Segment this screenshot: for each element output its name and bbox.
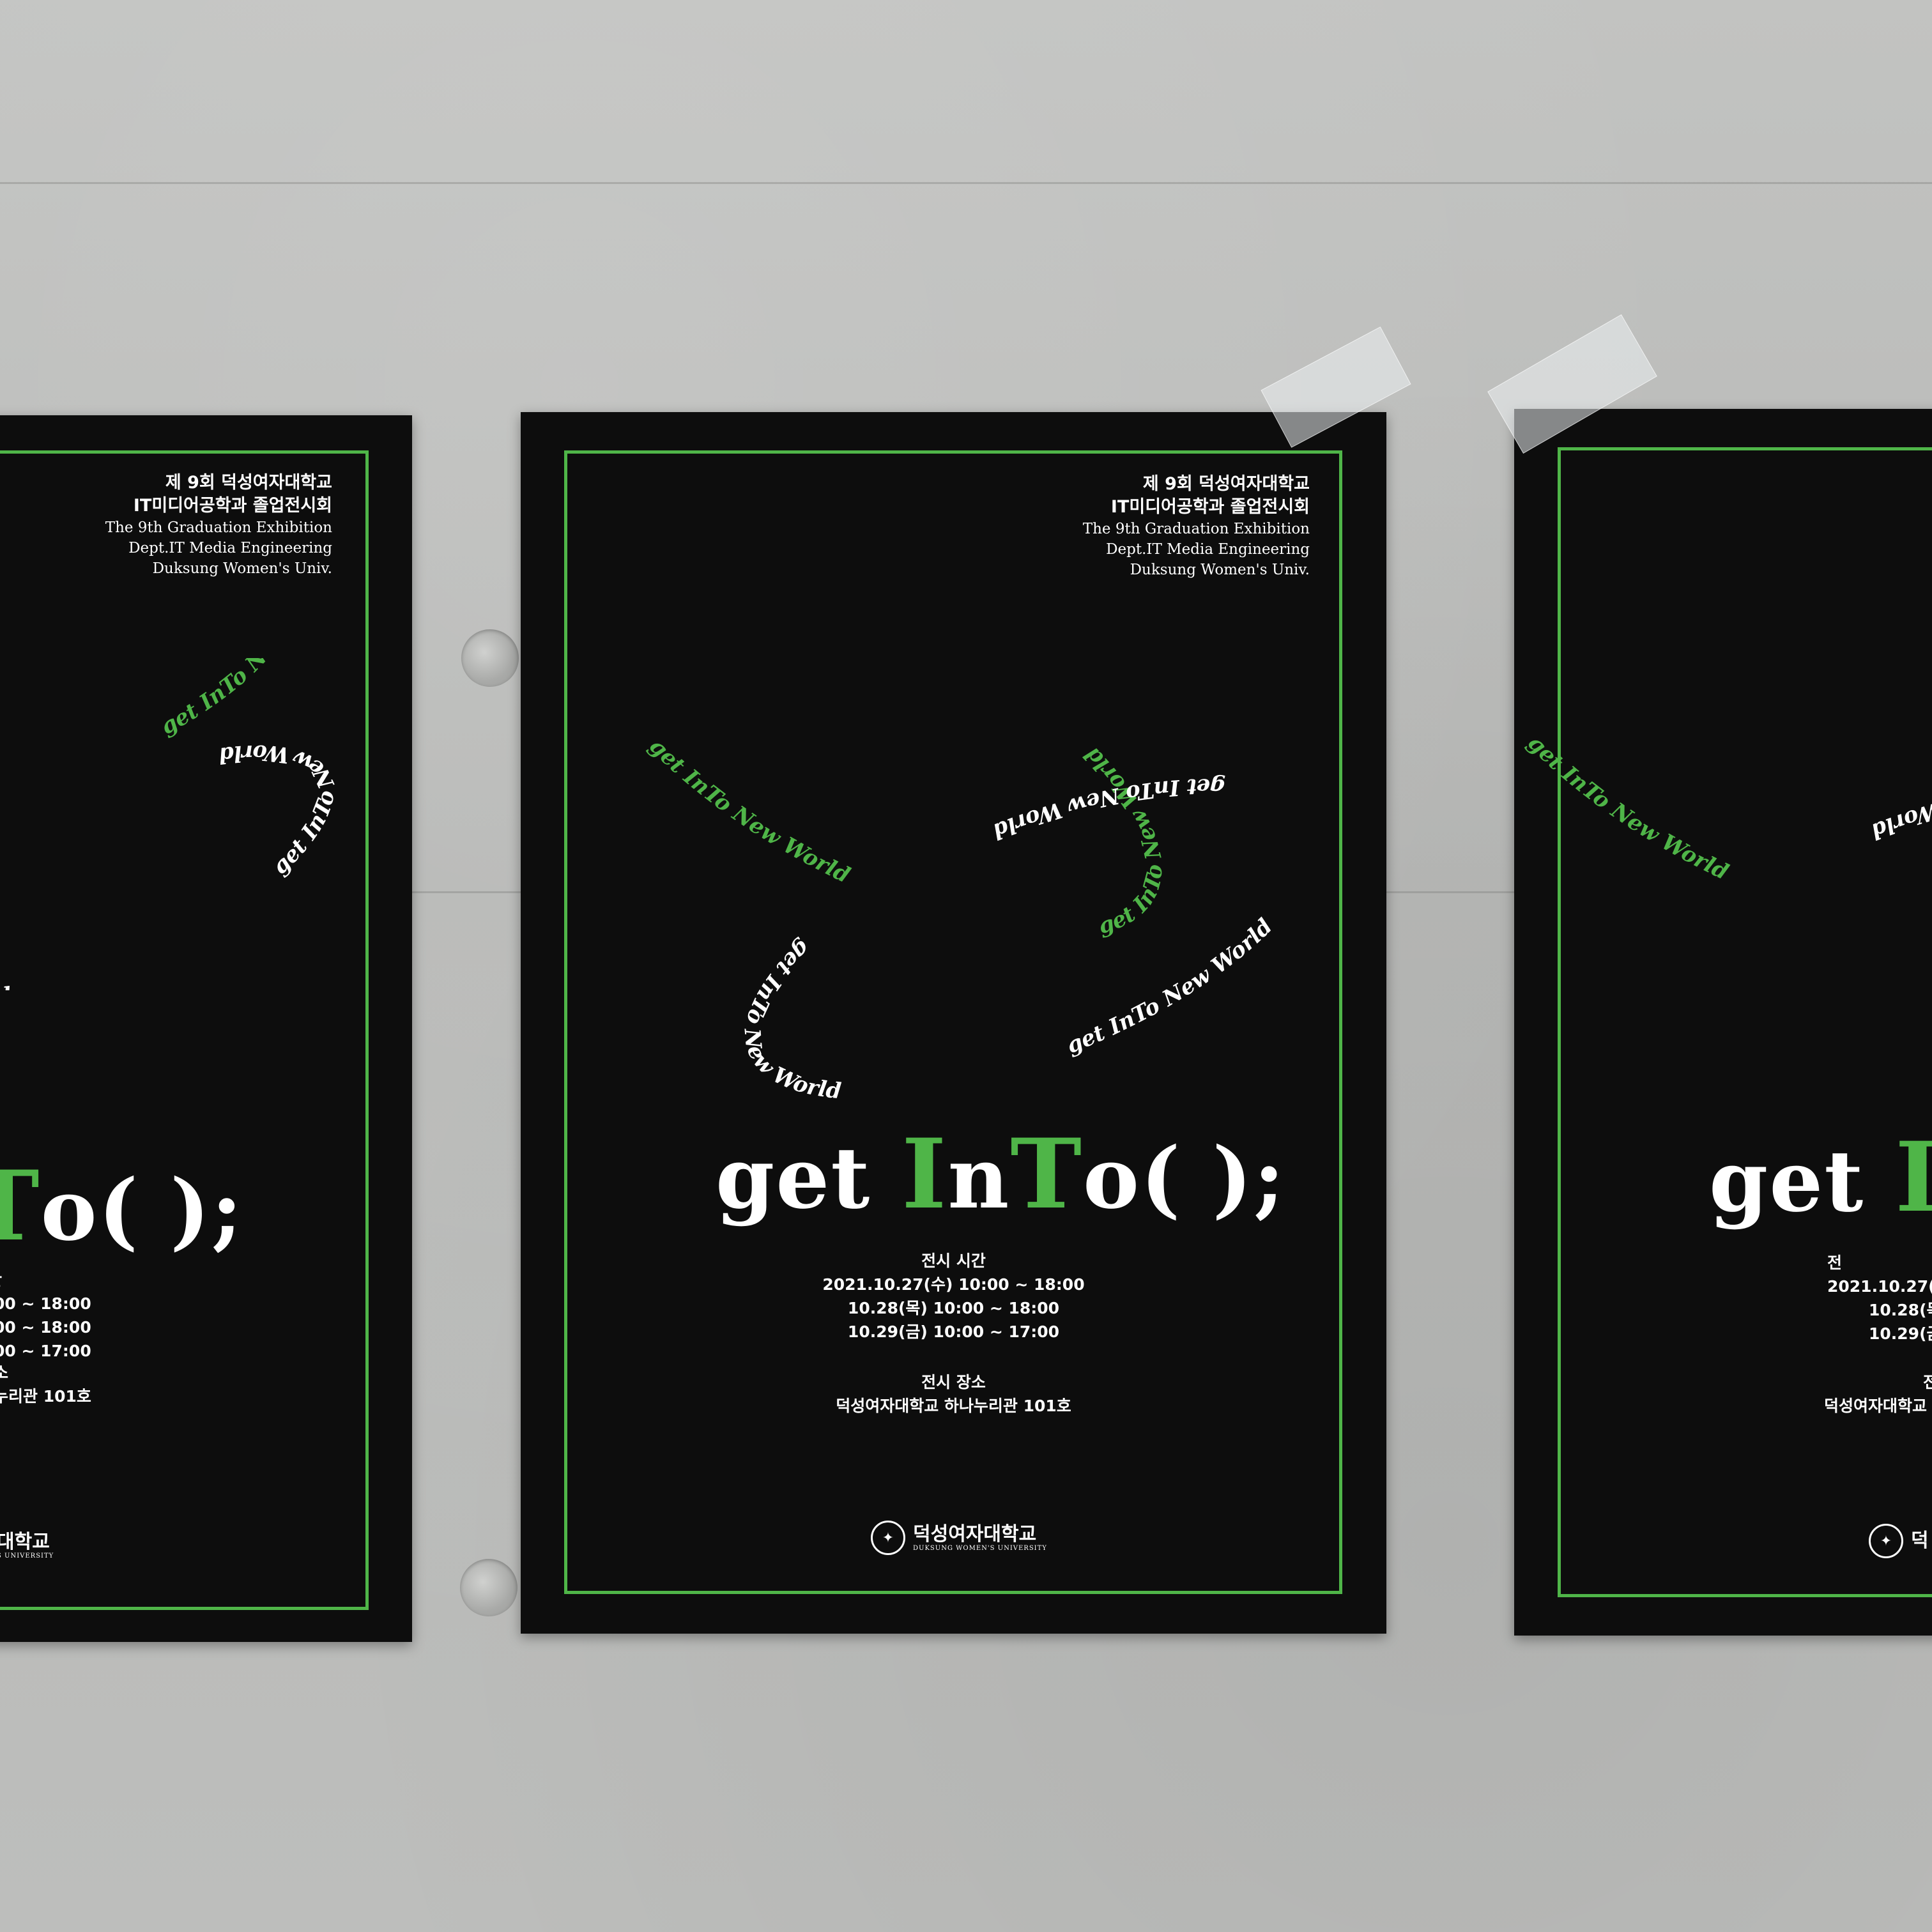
tie-hole — [461, 629, 519, 687]
ring-text-green: get InTo New World — [644, 733, 854, 889]
poster-header: 제 9회 덕성여자대학교 IT미디어공학과 졸업전시회 The 9th Grad… — [1083, 473, 1310, 580]
ring-text-white: get InTo New World — [739, 935, 842, 1099]
logo-ko: 덕 — [1911, 1529, 1929, 1552]
rings-graphic: get InTo New World get InTo New World ge… — [0, 658, 340, 990]
university-logo: ✦ 덕성여자대학교 DUKSUNG WOMEN'S UNIVERSITY — [871, 1521, 1047, 1555]
schedule-block: 전시 시간 2021.10.27(수) 10:00 ~ 18:00 10.28(… — [521, 1249, 1386, 1344]
logo-en: S UNIVERSITY — [0, 1552, 54, 1560]
schedule-day1: :00 ~ 18:00 — [0, 1294, 91, 1313]
schedule-day1: 2021.10.27(수) 10:00 ~ 18:00 — [822, 1275, 1085, 1294]
venue-block: 전시 장소 덕성여자대학교 하나누리관 101호 — [521, 1370, 1386, 1418]
title-rest: o( ); — [1083, 1129, 1286, 1228]
ring-text-white: get InTo New World — [0, 871, 13, 990]
schedule-block: 간 :00 ~ 18:00 :00 ~ 18:00 :00 ~ 17:00 — [0, 1268, 91, 1363]
header-ko-line1: 제 9회 덕성여자대학교 — [165, 473, 332, 493]
svg-text:get InTo New World: get InTo New World — [1063, 914, 1275, 1059]
venue-heading: 전시 장소 — [921, 1373, 986, 1392]
title-letter-T: T — [1010, 1118, 1083, 1230]
ring-text-white: get InTo New World — [1063, 914, 1275, 1059]
svg-text:get InTo New World: get InTo New World — [1867, 774, 1932, 845]
header-en-line2: Dept.IT Media Engineering — [1106, 541, 1310, 558]
ring-text-white: get InTo New World — [1867, 774, 1932, 845]
svg-text:get InTo New World: get InTo New World — [1522, 730, 1732, 885]
right-poster: get InTo New World get InTo New World ge… — [1514, 409, 1932, 1636]
header-ko-line2: IT미디어공학과 졸업전시회 — [1110, 497, 1310, 517]
poster-title: get In — [1709, 1121, 1932, 1234]
ring-text-green: get InTo New World — [1079, 742, 1167, 940]
venue-line: 덕성여자대학교 하나누리관 101호 — [836, 1397, 1071, 1415]
university-logo: ✦ 덕 — [1869, 1524, 1929, 1558]
poster-header: 제 9회 덕성여자대학교 IT미디어공학과 졸업전시회 The 9th Grad… — [105, 471, 332, 579]
title-get: get — [1709, 1132, 1896, 1231]
svg-text:get InTo New World: get InTo New World — [1079, 742, 1167, 940]
header-en-line3: Duksung Women's Univ. — [152, 560, 332, 577]
poster-title: get InTo( ); — [716, 1118, 1286, 1230]
logo-en: DUKSUNG WOMEN'S UNIVERSITY — [913, 1544, 1047, 1552]
title-letter-I: I — [1895, 1121, 1932, 1234]
university-logo: 대학교 S UNIVERSITY — [0, 1532, 54, 1560]
ring-text-green: get InTo New World — [1522, 730, 1732, 885]
schedule-day3: 10.29(금 — [1869, 1324, 1932, 1343]
ring-text-green: get InTo New World — [157, 658, 307, 740]
venue-line: 덕성여자대학교 — [1824, 1397, 1928, 1415]
center-poster: 제 9회 덕성여자대학교 IT미디어공학과 졸업전시회 The 9th Grad… — [521, 412, 1386, 1634]
logo-ko: 대학교 — [0, 1531, 50, 1553]
rings-graphic: get InTo New World get InTo New World ge… — [1522, 730, 1932, 885]
schedule-heading: 전 — [1827, 1254, 1843, 1272]
tie-hole — [460, 1559, 518, 1616]
svg-text:get InTo New World: get InTo New World — [644, 733, 854, 889]
ring-text-white: get InTo New World — [217, 739, 340, 879]
rings-graphic: get InTo New World get InTo New World ge… — [644, 733, 1275, 1099]
svg-text:get InTo New World: get InTo New World — [157, 658, 307, 740]
schedule-day2: 10.28(목 — [1869, 1301, 1932, 1319]
header-en-line1: The 9th Graduation Exhibition — [1082, 521, 1310, 537]
title-rest: o( ); — [40, 1161, 244, 1260]
logo-ko: 덕성여자대학교 — [913, 1522, 1037, 1545]
schedule-lines: 10.28(목 10.29(금 — [1869, 1298, 1932, 1346]
venue-heading: 전 — [1923, 1373, 1932, 1392]
header-en-line1: The 9th Graduation Exhibition — [105, 519, 332, 536]
schedule-day3: :00 ~ 17:00 — [0, 1342, 91, 1360]
schedule-day1: 2021.10.27(수 — [1827, 1277, 1932, 1296]
title-letter-T: T — [0, 1150, 41, 1262]
schedule-block: 전 — [1827, 1251, 1842, 1275]
schedule-heading: 간 — [0, 1268, 91, 1292]
header-ko-line1: 제 9회 덕성여자대학교 — [1142, 474, 1310, 494]
wall-seam — [0, 182, 1932, 184]
venue-block: 소 누리관 101호 — [0, 1361, 91, 1408]
poster-frame — [0, 450, 369, 1610]
schedule-lines: 2021.10.27(수 — [1827, 1275, 1932, 1298]
title-get: get — [716, 1129, 902, 1228]
header-en-line3: Duksung Women's Univ. — [1130, 562, 1310, 578]
schedule-day2: :00 ~ 18:00 — [0, 1318, 91, 1337]
svg-text:get InTo New World: get InTo New World — [739, 935, 842, 1099]
schedule-day2: 10.28(목) 10:00 ~ 18:00 — [847, 1299, 1060, 1317]
university-seal-icon: ✦ — [871, 1521, 905, 1555]
left-poster: 제 9회 덕성여자대학교 IT미디어공학과 졸업전시회 The 9th Grad… — [0, 415, 412, 1642]
svg-text:get InTo New World: get InTo New World — [217, 739, 340, 879]
poster-title: To( ); — [0, 1150, 243, 1262]
schedule-day3: 10.29(금) 10:00 ~ 17:00 — [847, 1322, 1060, 1341]
university-seal-icon: ✦ — [1869, 1524, 1903, 1558]
header-ko-line2: IT미디어공학과 졸업전시회 — [133, 496, 332, 516]
title-letter-n: n — [947, 1129, 1011, 1228]
venue-line: 누리관 101호 — [0, 1387, 91, 1406]
venue-heading: 소 — [0, 1363, 9, 1382]
svg-text:get InTo New World: get InTo New World — [0, 871, 13, 990]
title-letter-I: I — [901, 1118, 948, 1230]
schedule-heading: 전시 시간 — [921, 1252, 986, 1270]
venue-block: 전 — [1923, 1370, 1932, 1394]
venue-line-block: 덕성여자대학교 — [1824, 1394, 1927, 1418]
header-en-line2: Dept.IT Media Engineering — [128, 540, 332, 556]
